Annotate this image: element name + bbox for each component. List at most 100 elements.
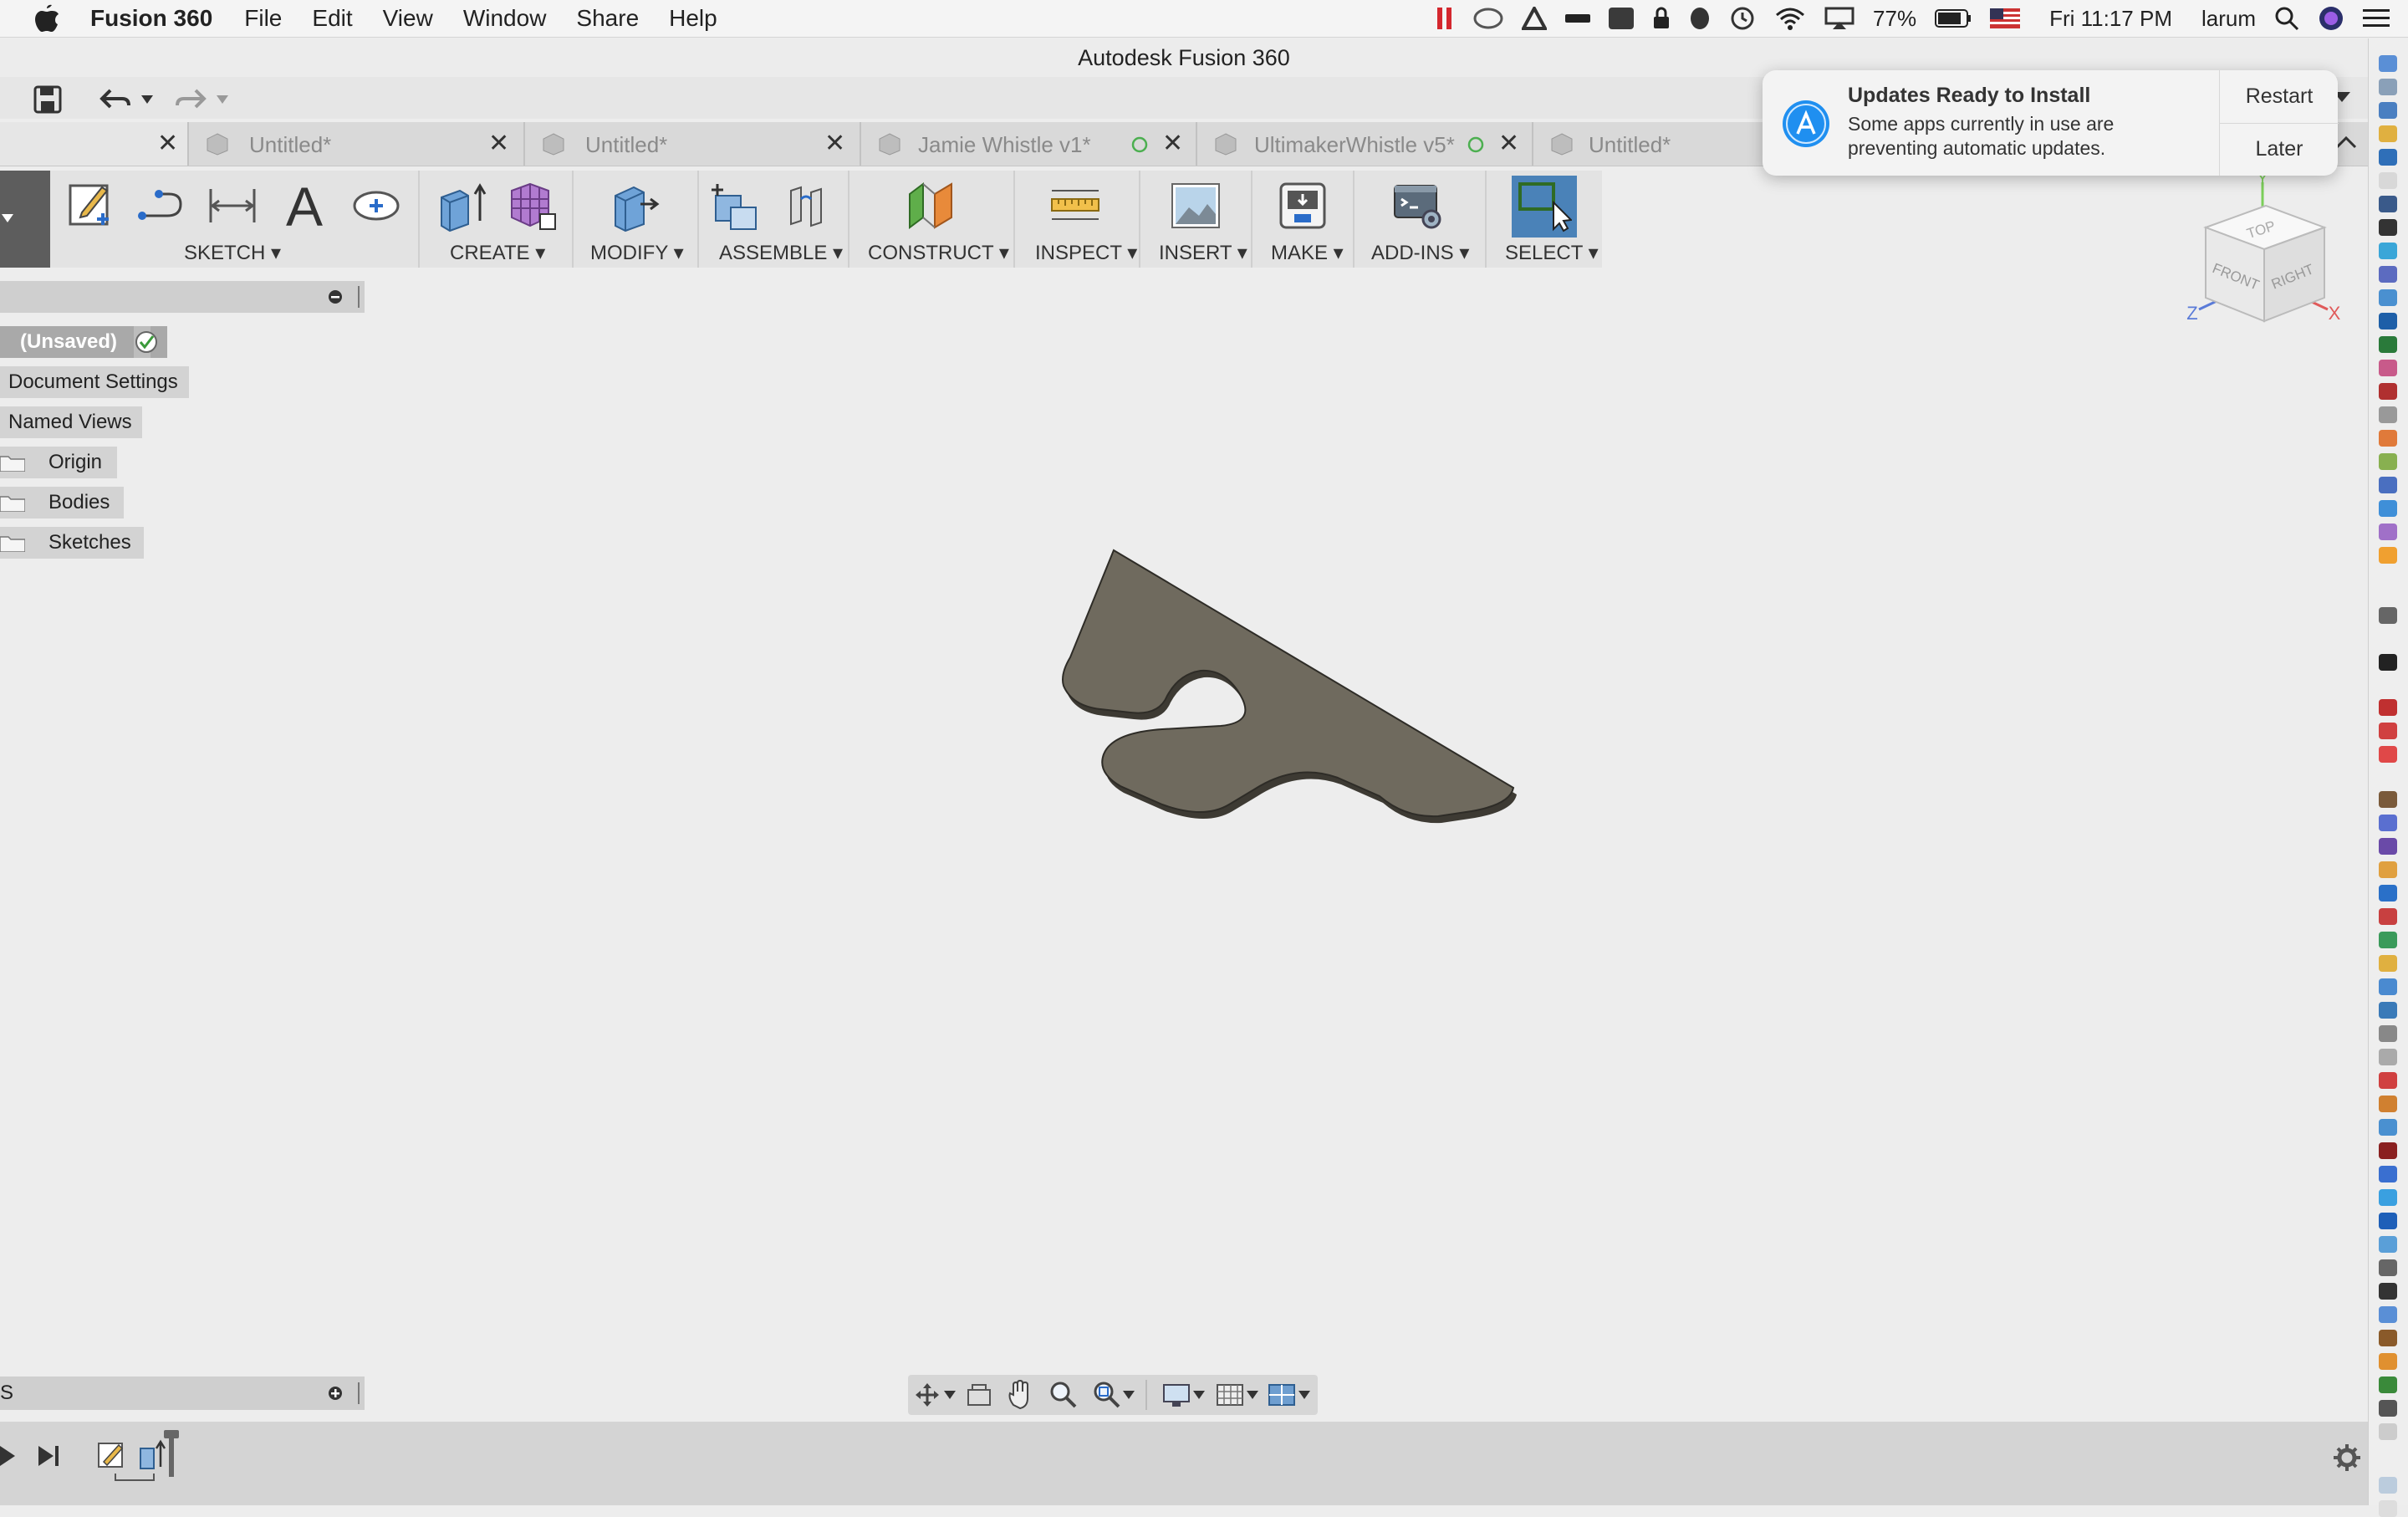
dock-app-icon[interactable] <box>2379 149 2397 166</box>
zoom-dropdown-icon[interactable] <box>1122 1390 1135 1400</box>
dock-app-icon[interactable] <box>2379 289 2397 306</box>
battery-bar-icon[interactable] <box>1565 13 1591 24</box>
apple-logo-icon[interactable] <box>33 3 60 33</box>
battery-percent[interactable]: 77% <box>1873 6 1916 32</box>
dock-app-icon[interactable] <box>2379 477 2397 493</box>
menu-share[interactable]: Share <box>576 5 639 32</box>
timeline-sketch-feature-icon[interactable] <box>95 1438 129 1472</box>
dock-app-icon[interactable] <box>2379 1283 2397 1300</box>
joint-icon[interactable] <box>779 179 833 232</box>
dock-app-icon[interactable] <box>2379 1072 2397 1089</box>
assemble-menu-label[interactable]: ASSEMBLE ▾ <box>719 241 843 265</box>
viewports-dropdown-icon[interactable] <box>1298 1390 1311 1400</box>
dock-app-icon[interactable] <box>2379 723 2397 739</box>
redo-dropdown-icon[interactable] <box>216 94 229 105</box>
notification-center-icon[interactable] <box>2363 8 2390 29</box>
measure-icon[interactable] <box>1048 179 1102 232</box>
addins-menu-label[interactable]: ADD-INS ▾ <box>1371 241 1469 265</box>
dock-app-icon[interactable] <box>2379 607 2397 624</box>
pan-hand-icon[interactable] <box>1005 1380 1033 1410</box>
dock-app-icon[interactable] <box>2379 1213 2397 1229</box>
panel-resize-handle-icon[interactable] <box>355 284 363 309</box>
close-icon[interactable]: ✕ <box>488 129 509 158</box>
siri-icon[interactable] <box>2318 5 2344 32</box>
timeline-marker-handle[interactable] <box>164 1430 179 1438</box>
menu-view[interactable]: View <box>383 5 433 32</box>
dock-app-icon[interactable] <box>2379 1096 2397 1112</box>
lock-icon[interactable] <box>1652 7 1671 30</box>
dock-app-icon[interactable] <box>2379 243 2397 259</box>
close-icon[interactable]: ✕ <box>1498 129 1519 158</box>
google-drive-icon[interactable] <box>1522 7 1548 30</box>
clock-text[interactable]: Fri 11:17 PM <box>2049 6 2172 32</box>
dock-app-icon[interactable] <box>2379 932 2397 948</box>
timeline-marker[interactable] <box>169 1432 174 1477</box>
us-flag-icon[interactable] <box>1990 8 2021 28</box>
browser-node-bodies[interactable]: Bodies <box>0 487 124 518</box>
create-menu-label[interactable]: CREATE ▾ <box>450 241 545 265</box>
select-tool-button[interactable] <box>1512 176 1577 238</box>
dock-app-icon[interactable] <box>2379 219 2397 236</box>
wifi-icon[interactable] <box>1774 7 1806 30</box>
dock-app-icon[interactable] <box>2379 406 2397 423</box>
clapper-icon[interactable] <box>1609 8 1635 29</box>
display-dropdown-icon[interactable] <box>1192 1390 1206 1400</box>
line-tool-icon[interactable] <box>134 179 187 232</box>
dock-app-icon[interactable] <box>2379 313 2397 329</box>
dock-app-icon[interactable] <box>2379 79 2397 95</box>
dock-app-icon[interactable] <box>2379 55 2397 72</box>
timeline-settings-gear-icon[interactable] <box>2333 1443 2361 1472</box>
modify-menu-label[interactable]: MODIFY ▾ <box>590 241 684 265</box>
tab-untitled-1[interactable]: Untitled* ✕ <box>189 122 525 166</box>
dimension-tool-icon[interactable] <box>206 179 259 232</box>
dock-app-icon[interactable] <box>2379 838 2397 855</box>
browser-node-sketches[interactable]: Sketches <box>0 527 144 559</box>
restart-button[interactable]: Restart <box>2219 70 2339 124</box>
dock-app-icon[interactable] <box>2379 815 2397 831</box>
root-active-indicator[interactable] <box>134 326 157 358</box>
menu-edit[interactable]: Edit <box>312 5 352 32</box>
dock-app-icon[interactable] <box>2379 978 2397 995</box>
dock-app-icon[interactable] <box>2379 266 2397 283</box>
dock-app-icon[interactable] <box>2379 1377 2397 1393</box>
dock-app-icon[interactable] <box>2379 453 2397 470</box>
battery-icon[interactable] <box>1935 9 1972 28</box>
close-icon[interactable]: ✕ <box>1162 129 1183 158</box>
orbit-dropdown-icon[interactable] <box>943 1390 957 1400</box>
dock-app-icon[interactable] <box>2379 1423 2397 1440</box>
insert-canvas-icon[interactable] <box>1169 179 1222 232</box>
dock-app-icon[interactable] <box>2379 1119 2397 1136</box>
save-icon[interactable] <box>33 85 62 114</box>
dock-app-icon[interactable] <box>2379 908 2397 925</box>
close-icon[interactable]: ✕ <box>824 129 845 158</box>
offset-plane-icon[interactable] <box>905 179 958 232</box>
spotlight-search-icon[interactable] <box>2274 6 2299 31</box>
tab-jamie-whistle[interactable]: Jamie Whistle v1* ✕ <box>861 122 1197 166</box>
create-sketch-icon[interactable] <box>65 179 119 232</box>
select-menu-label[interactable]: SELECT ▾ <box>1505 241 1599 265</box>
dock-app-icon[interactable] <box>2379 1477 2397 1494</box>
panel-resize-handle-icon[interactable] <box>355 1381 363 1406</box>
workspace-dropdown-icon[interactable] <box>2 212 15 224</box>
dock-app-icon[interactable] <box>2379 1142 2397 1159</box>
dock-app-icon[interactable] <box>2379 1330 2397 1346</box>
dock-app-icon[interactable] <box>2379 1306 2397 1323</box>
dock-app-icon[interactable] <box>2379 360 2397 376</box>
3d-print-icon[interactable] <box>1276 179 1329 232</box>
sketch-menu-label[interactable]: SKETCH ▾ <box>184 241 281 265</box>
menu-help[interactable]: Help <box>669 5 717 32</box>
dock-app-icon[interactable] <box>2379 1049 2397 1065</box>
time-machine-icon[interactable] <box>1729 5 1756 32</box>
view-cube[interactable]: TOP FRONT RIGHT Y Z X <box>2174 172 2341 340</box>
sketch-point-icon[interactable] <box>349 179 403 232</box>
dock-app-icon[interactable] <box>2379 336 2397 353</box>
play-icon[interactable] <box>0 1443 18 1468</box>
browser-node-origin[interactable]: Origin <box>0 447 117 478</box>
dock-app-icon[interactable] <box>2379 1166 2397 1182</box>
tab-ultimaker-whistle[interactable]: UltimakerWhistle v5* ✕ <box>1197 122 1533 166</box>
dock-app-icon[interactable] <box>2379 524 2397 540</box>
menu-file[interactable]: File <box>244 5 282 32</box>
viewports-icon[interactable] <box>1268 1382 1296 1408</box>
extrude-icon[interactable] <box>435 179 488 232</box>
dock-app-icon[interactable] <box>2379 125 2397 142</box>
